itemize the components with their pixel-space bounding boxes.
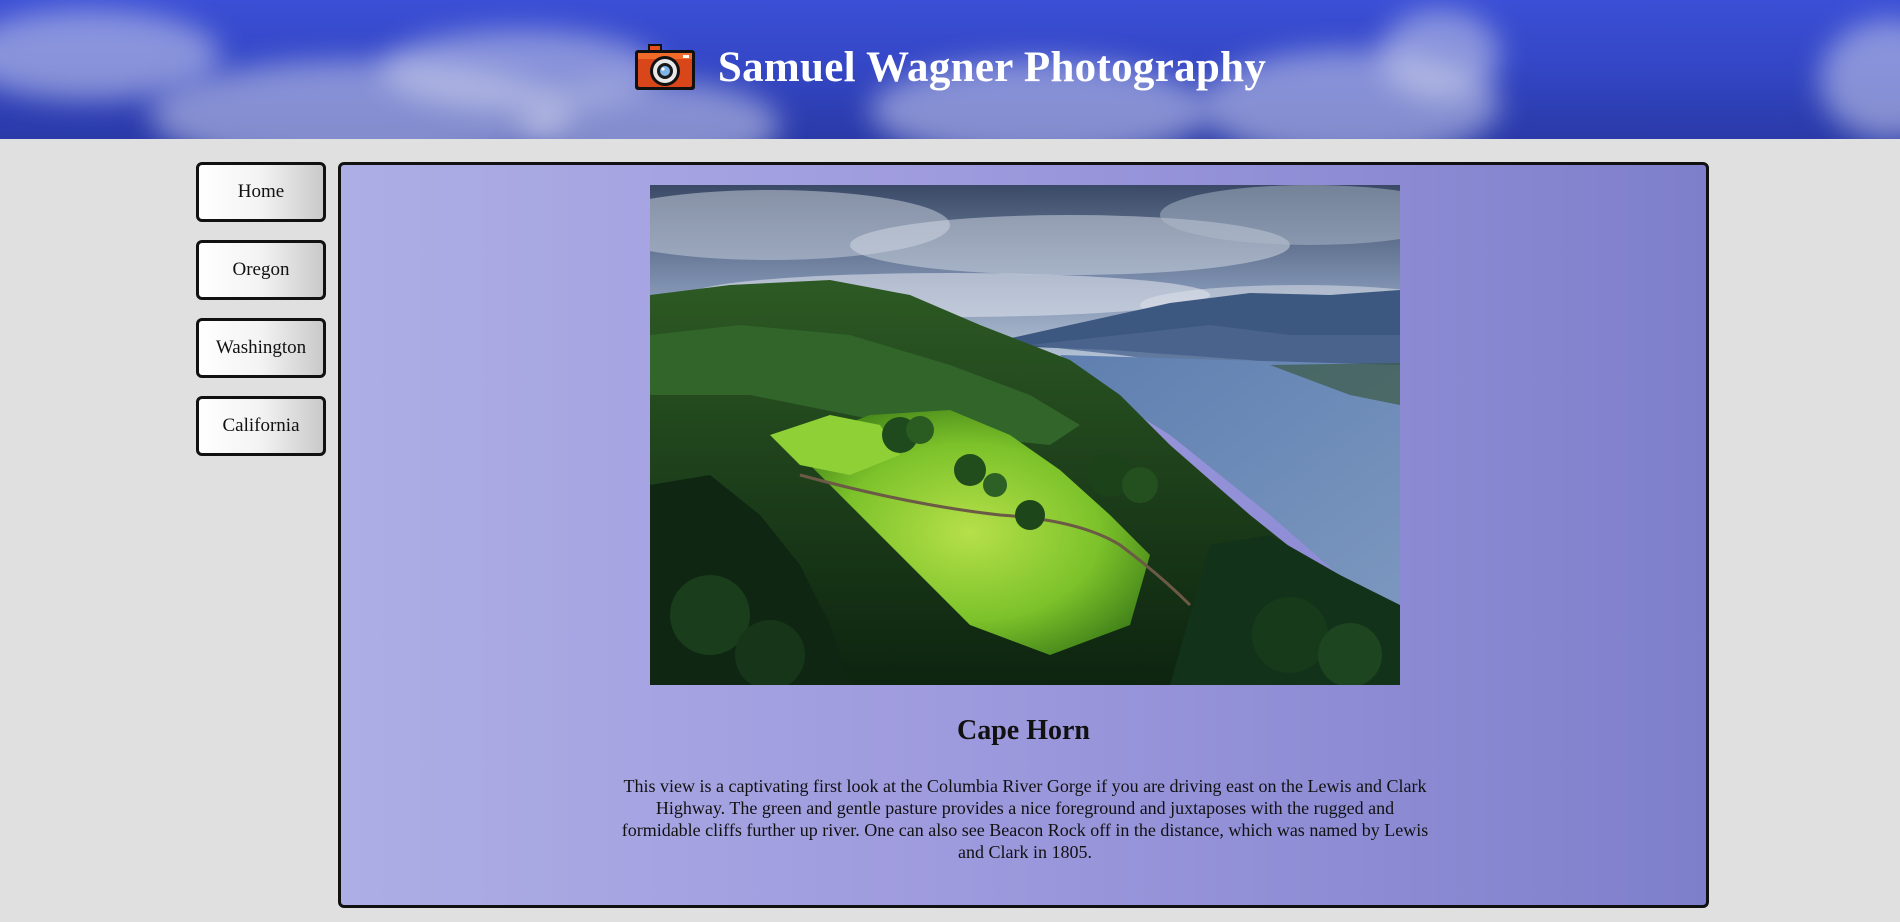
nav-button-california[interactable]: California xyxy=(196,396,326,456)
site-title: Samuel Wagner Photography xyxy=(717,44,1267,91)
camera-icon xyxy=(634,43,695,90)
photo-title: Cape Horn xyxy=(957,715,1090,746)
nav-button-home[interactable]: Home xyxy=(196,162,326,222)
landscape-photo xyxy=(650,185,1400,685)
nav-button-washington[interactable]: Washington xyxy=(196,318,326,378)
nav-button-label: Oregon xyxy=(232,259,290,280)
nav-button-oregon[interactable]: Oregon xyxy=(196,240,326,300)
site-header: Samuel Wagner Photography xyxy=(0,0,1900,139)
nav-button-label: Home xyxy=(237,181,285,202)
nav-button-label: California xyxy=(222,415,300,436)
nav-button-label: Washington xyxy=(215,337,307,358)
photo-description: This view is a captivating first look at… xyxy=(621,776,1429,862)
main-content-panel: Cape Horn This view is a captivating fir… xyxy=(338,162,1709,908)
brand: Samuel Wagner Photography xyxy=(0,0,1900,139)
